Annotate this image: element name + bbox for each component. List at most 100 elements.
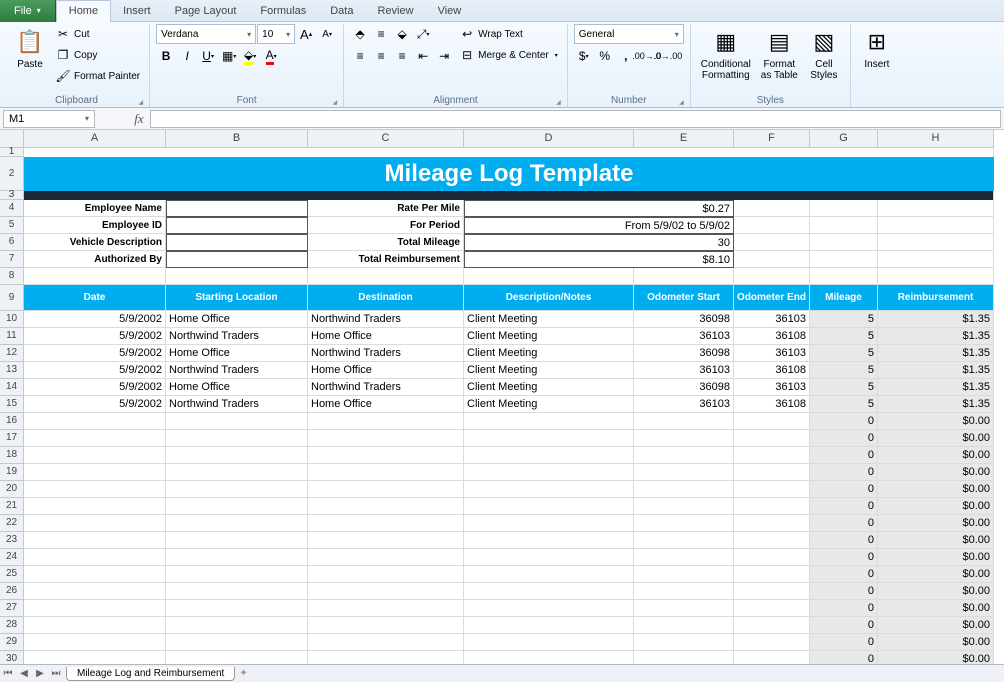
border-button[interactable]: ▦▾ bbox=[219, 46, 239, 66]
data-dest-5[interactable]: Home Office bbox=[308, 396, 464, 413]
cell[interactable] bbox=[734, 464, 810, 481]
cell[interactable] bbox=[464, 430, 634, 447]
info-label-right-3[interactable]: Total Reimbursement bbox=[308, 251, 464, 268]
empty-re-0[interactable]: $0.00 bbox=[878, 413, 994, 430]
row-header-18[interactable]: 18 bbox=[0, 447, 24, 464]
empty-re-5[interactable]: $0.00 bbox=[878, 498, 994, 515]
cell[interactable] bbox=[734, 600, 810, 617]
cell[interactable] bbox=[634, 481, 734, 498]
empty-mi-1[interactable]: 0 bbox=[810, 430, 878, 447]
row-header-25[interactable]: 25 bbox=[0, 566, 24, 583]
font-color-button[interactable]: A▾ bbox=[261, 46, 281, 66]
format-painter-button[interactable]: 🖌Format Painter bbox=[52, 66, 143, 86]
cell[interactable] bbox=[24, 481, 166, 498]
cell[interactable] bbox=[308, 566, 464, 583]
empty-re-10[interactable]: $0.00 bbox=[878, 583, 994, 600]
align-top-button[interactable]: ⬘ bbox=[350, 24, 370, 44]
data-start-2[interactable]: Home Office bbox=[166, 345, 308, 362]
cell[interactable] bbox=[734, 549, 810, 566]
cell[interactable] bbox=[166, 413, 308, 430]
cell[interactable] bbox=[166, 634, 308, 651]
empty-re-9[interactable]: $0.00 bbox=[878, 566, 994, 583]
dark-bar[interactable] bbox=[24, 191, 994, 200]
data-oe-1[interactable]: 36108 bbox=[734, 328, 810, 345]
data-os-0[interactable]: 36098 bbox=[634, 311, 734, 328]
info-val-left-2[interactable] bbox=[166, 234, 308, 251]
col-header-H[interactable]: H bbox=[878, 130, 994, 148]
empty-re-2[interactable]: $0.00 bbox=[878, 447, 994, 464]
cell[interactable] bbox=[24, 600, 166, 617]
empty-re-11[interactable]: $0.00 bbox=[878, 600, 994, 617]
data-desc-4[interactable]: Client Meeting bbox=[464, 379, 634, 396]
data-start-0[interactable]: Home Office bbox=[166, 311, 308, 328]
info-label-left-3[interactable]: Authorized By bbox=[24, 251, 166, 268]
data-os-5[interactable]: 36103 bbox=[634, 396, 734, 413]
row-header-20[interactable]: 20 bbox=[0, 481, 24, 498]
cell[interactable] bbox=[810, 268, 878, 285]
cell[interactable] bbox=[308, 464, 464, 481]
info-label-right-0[interactable]: Rate Per Mile bbox=[308, 200, 464, 217]
cell[interactable] bbox=[464, 464, 634, 481]
col-header-E[interactable]: E bbox=[634, 130, 734, 148]
info-val-right-0[interactable]: $0.27 bbox=[464, 200, 734, 217]
table-header-1[interactable]: Starting Location bbox=[166, 285, 308, 311]
cell[interactable] bbox=[24, 532, 166, 549]
cell[interactable] bbox=[24, 430, 166, 447]
info-val-left-3[interactable] bbox=[166, 251, 308, 268]
cut-button[interactable]: ✂Cut bbox=[52, 24, 143, 44]
row-header-29[interactable]: 29 bbox=[0, 634, 24, 651]
col-header-D[interactable]: D bbox=[464, 130, 634, 148]
cell[interactable] bbox=[464, 268, 634, 285]
data-desc-1[interactable]: Client Meeting bbox=[464, 328, 634, 345]
cell[interactable] bbox=[464, 532, 634, 549]
empty-re-3[interactable]: $0.00 bbox=[878, 464, 994, 481]
wrap-text-button[interactable]: ↩Wrap Text bbox=[456, 24, 561, 44]
cell[interactable] bbox=[24, 566, 166, 583]
currency-button[interactable]: $▾ bbox=[574, 46, 594, 66]
cell[interactable] bbox=[734, 532, 810, 549]
indent-dec-button[interactable]: ⇤ bbox=[413, 46, 433, 66]
cell[interactable] bbox=[308, 617, 464, 634]
row-header-21[interactable]: 21 bbox=[0, 498, 24, 515]
cell[interactable] bbox=[464, 498, 634, 515]
row-header-2[interactable]: 2 bbox=[0, 157, 24, 191]
cell[interactable] bbox=[166, 464, 308, 481]
cell[interactable] bbox=[634, 583, 734, 600]
data-re-3[interactable]: $1.35 bbox=[878, 362, 994, 379]
empty-mi-10[interactable]: 0 bbox=[810, 583, 878, 600]
cell[interactable] bbox=[308, 532, 464, 549]
data-date-0[interactable]: 5/9/2002 bbox=[24, 311, 166, 328]
fx-icon[interactable]: fx bbox=[128, 111, 150, 127]
formula-input[interactable] bbox=[150, 110, 1001, 128]
cell[interactable] bbox=[634, 515, 734, 532]
cell[interactable] bbox=[878, 234, 994, 251]
data-re-0[interactable]: $1.35 bbox=[878, 311, 994, 328]
file-tab[interactable]: File bbox=[0, 0, 56, 22]
empty-re-4[interactable]: $0.00 bbox=[878, 481, 994, 498]
cell[interactable] bbox=[734, 498, 810, 515]
font-name-combo[interactable]: Verdana bbox=[156, 24, 256, 44]
row-header-17[interactable]: 17 bbox=[0, 430, 24, 447]
cell[interactable] bbox=[24, 617, 166, 634]
data-date-2[interactable]: 5/9/2002 bbox=[24, 345, 166, 362]
tab-page-layout[interactable]: Page Layout bbox=[163, 0, 249, 22]
cell[interactable] bbox=[734, 481, 810, 498]
data-start-3[interactable]: Northwind Traders bbox=[166, 362, 308, 379]
cell[interactable] bbox=[634, 413, 734, 430]
data-os-1[interactable]: 36103 bbox=[634, 328, 734, 345]
cell[interactable] bbox=[166, 447, 308, 464]
cell[interactable] bbox=[464, 634, 634, 651]
empty-mi-7[interactable]: 0 bbox=[810, 532, 878, 549]
tab-view[interactable]: View bbox=[426, 0, 474, 22]
row-header-8[interactable]: 8 bbox=[0, 268, 24, 285]
paste-button[interactable]: 📋 Paste bbox=[10, 24, 50, 72]
cell[interactable] bbox=[308, 549, 464, 566]
cell[interactable] bbox=[166, 566, 308, 583]
row-header-11[interactable]: 11 bbox=[0, 328, 24, 345]
table-header-6[interactable]: Mileage bbox=[810, 285, 878, 311]
data-desc-5[interactable]: Client Meeting bbox=[464, 396, 634, 413]
empty-re-12[interactable]: $0.00 bbox=[878, 617, 994, 634]
empty-re-8[interactable]: $0.00 bbox=[878, 549, 994, 566]
cell[interactable] bbox=[734, 430, 810, 447]
tab-review[interactable]: Review bbox=[365, 0, 425, 22]
